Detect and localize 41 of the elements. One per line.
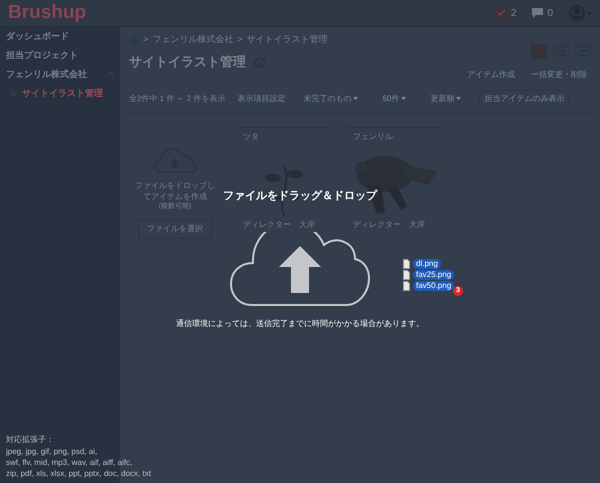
action-button[interactable]: アイテム作成 xyxy=(463,69,519,81)
sidebar-item[interactable]: サイトイラスト管理 xyxy=(22,86,103,100)
file-name: fav25.png xyxy=(413,270,454,280)
breadcrumb-link[interactable]: サイトイラスト管理 xyxy=(246,33,328,47)
extensions-list: jpeg, jpg, gif, png, psd, ai, xyxy=(6,446,98,457)
logo[interactable]: Brushup xyxy=(8,0,86,28)
grid-view-button[interactable] xyxy=(531,44,547,58)
chat-icon[interactable] xyxy=(532,8,544,18)
sidebar-item[interactable]: ダッシュボード xyxy=(6,30,69,44)
item-title[interactable]: フェンリル xyxy=(347,128,441,146)
task-count: 2 xyxy=(510,6,516,20)
sidebar-item[interactable]: フェンリル株式会社 xyxy=(6,68,87,82)
result-count: 全2件中 1 件 ～ 2 件を表示 xyxy=(129,92,226,104)
file-name: fav50.png xyxy=(413,281,454,291)
caret-icon xyxy=(456,97,462,100)
filter-dropdown[interactable]: 未完了のもの xyxy=(303,92,358,104)
caret-icon xyxy=(401,97,406,100)
file-name: dl.png xyxy=(413,259,441,269)
extensions-list: zip, pdf, xls, xlsx, ppt, pptx, doc, docx, txt xyxy=(6,468,151,479)
upload-note: 通信環境によっては、送信完了までに時間がかかる場合があります。 xyxy=(175,318,425,330)
separator: > xyxy=(143,33,148,46)
extensions-label: 対応拡張子： xyxy=(6,434,55,446)
breadcrumb-link[interactable]: フェンリル株式会社 xyxy=(152,33,234,47)
message-count: 0 xyxy=(547,6,553,20)
action-button[interactable]: 一括変更・削除 xyxy=(527,69,591,81)
caret-icon xyxy=(353,97,358,100)
avatar-icon[interactable] xyxy=(569,5,585,21)
drop-title: ファイルをドラッグ＆ドロップ xyxy=(223,188,377,204)
item-title[interactable]: ツタ xyxy=(237,128,331,146)
separator: > xyxy=(237,33,243,46)
extensions-list: swf, flv, mid, mp3, wav, aif, aiff, aifc, xyxy=(6,457,132,468)
filter-dropdown[interactable]: 更新順 xyxy=(430,92,462,104)
filter-dropdown[interactable]: 50件 xyxy=(382,92,406,104)
settings-link[interactable]: 表示項目設定 xyxy=(237,92,286,104)
drop-hint: ファイルをドロップしてアイテムを作成 xyxy=(135,180,215,202)
filter-toggle[interactable]: 担当アイテムのみ表示 xyxy=(479,90,570,108)
sidebar-item[interactable]: 担当プロジェクト xyxy=(6,48,78,62)
checkbox-icon[interactable] xyxy=(496,8,507,18)
grid-icon xyxy=(534,46,544,56)
file-select-button[interactable]: ファイルを選択 xyxy=(138,218,212,238)
page-title: サイトイラスト管理 xyxy=(129,53,246,72)
